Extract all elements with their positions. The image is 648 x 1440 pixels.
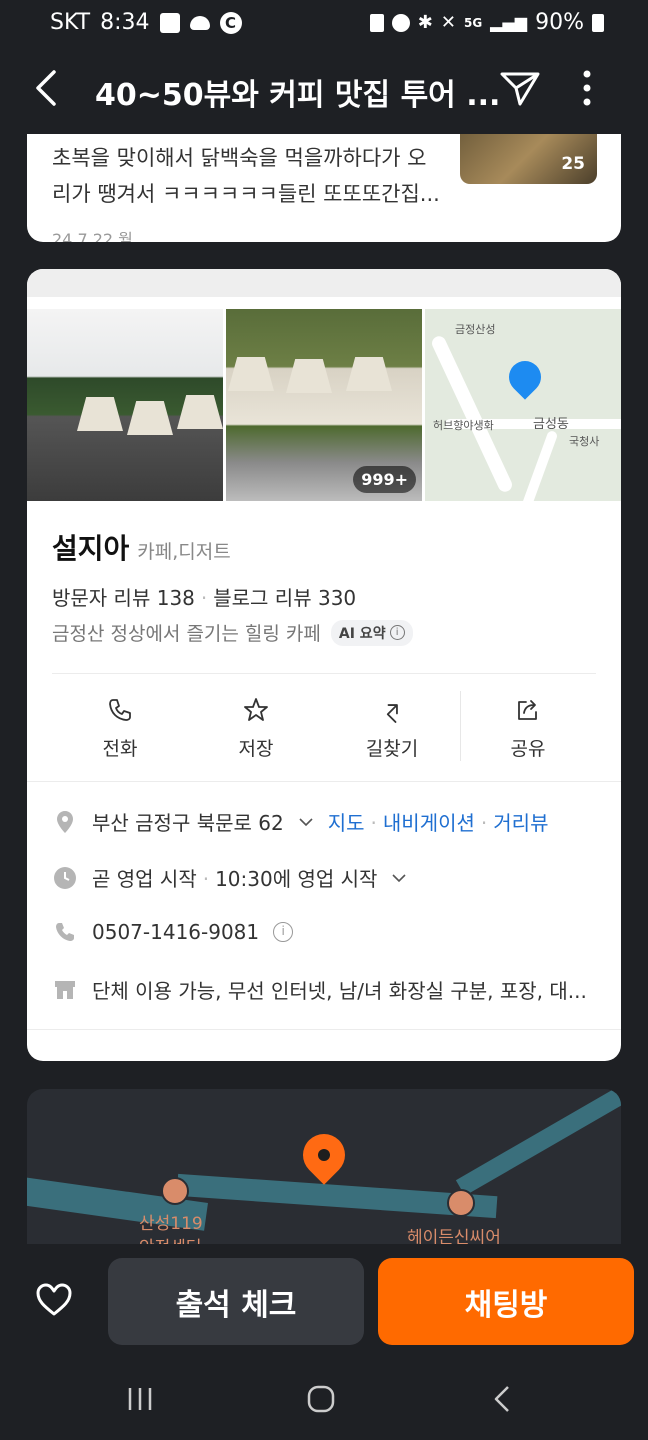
home-icon[interactable] (306, 1384, 336, 1414)
bottom-action-bar: 출석 체크 채팅방 (0, 1244, 648, 1360)
heart-icon[interactable] (34, 1280, 74, 1320)
call-label: 전화 (102, 737, 138, 760)
action-bar: 전화 저장 길찾기 공유 (52, 689, 596, 767)
phone-lock-icon (369, 13, 384, 32)
share-label: 공유 (510, 737, 546, 760)
back-nav-icon[interactable] (490, 1384, 514, 1414)
phone-number[interactable]: 0507-1416-9081 (92, 920, 259, 944)
info-icon[interactable]: i (273, 922, 294, 942)
status-bar: SKT 8:34 C ✱ ✕ 5G ▂▄▆ 90% (0, 0, 648, 48)
place-map-thumbnail[interactable]: 금정산성 허브향야생화 금성동 국청사 (425, 309, 621, 501)
review-counts: 방문자 리뷰 138 · 블로그 리뷰 330 (52, 586, 357, 610)
phone-icon (52, 919, 78, 945)
signal-icon: ▂▄▆ (490, 13, 528, 32)
address-text[interactable]: 부산 금정구 북문로 62 (92, 807, 284, 836)
clock-icon (52, 865, 78, 891)
clock: 8:34 (100, 10, 150, 35)
hours-row[interactable]: 곧 영업 시작 · 10:30에 영업 시작 (52, 863, 596, 892)
place-header: 설지아 카페,디저트 (52, 527, 231, 567)
info-icon: i (389, 625, 405, 640)
hours-status: 곧 영업 시작 (92, 867, 197, 891)
share-button[interactable]: 공유 (460, 689, 596, 767)
place-photo-2[interactable]: 999+ (226, 309, 422, 501)
place-description: 금정산 정상에서 즐기는 힐링 카페 (52, 623, 321, 645)
place-category: 카페,디저트 (137, 541, 231, 563)
amenities-row[interactable]: 단체 이용 가능, 무선 인터넷, 남/녀 화장실 구분, 포장, 대... (52, 975, 596, 1004)
share-icon (518, 699, 537, 720)
location-marker-icon (52, 809, 78, 835)
previous-review-card[interactable]: 초복을 맞이해서 닭백숙을 먹을까하다가 오 리가 땡겨서 ㅋㅋㅋㅋㅋㅋ들린 또… (27, 134, 621, 242)
battery-icon (592, 13, 604, 32)
divider (27, 781, 621, 782)
battery-percent: 90% (535, 10, 584, 35)
review-thumbnail[interactable]: 25 (460, 134, 597, 184)
blog-review-link[interactable]: 블로그 리뷰 330 (213, 586, 356, 610)
c-app-notification-icon: C (219, 11, 242, 34)
review-line-1: 초복을 맞이해서 닭백숙을 먹을까하다가 오 (52, 146, 427, 170)
photo-gallery: 999+ 금정산성 허브향야생화 금성동 국청사 (27, 309, 621, 501)
mute-icon: ✕ (440, 12, 456, 33)
title-bar: 40~50뷰와 커피 맛집 투어 ... (0, 52, 648, 124)
alarm-icon (391, 13, 410, 32)
street-view-link[interactable]: 거리뷰 (493, 811, 548, 835)
cafe-icon (447, 1189, 475, 1217)
send-share-icon[interactable] (498, 68, 542, 108)
chat-room-button[interactable]: 채팅방 (378, 1258, 634, 1345)
visitor-review-link[interactable]: 방문자 리뷰 138 (52, 586, 195, 610)
collapsed-header-strip (27, 269, 621, 297)
phone-icon (109, 698, 131, 721)
poi-label-1: 산성119 (139, 1214, 203, 1234)
gallery-notification-icon (159, 12, 180, 33)
location-pin-icon (294, 1125, 354, 1185)
more-options-icon[interactable] (570, 66, 604, 110)
chevron-down-icon[interactable] (298, 816, 314, 828)
amenities-text: 단체 이용 가능, 무선 인터넷, 남/녀 화장실 구분, 포장, 대... (92, 979, 587, 1003)
save-button[interactable]: 저장 (188, 689, 324, 767)
map-label-1: 금정산성 (455, 323, 496, 336)
directions-label: 길찾기 (365, 737, 419, 760)
place-card: 999+ 금정산성 허브향야생화 금성동 국청사 설지아 카페,디저트 방문자 … (27, 269, 621, 1061)
check-in-button[interactable]: 출석 체크 (108, 1258, 364, 1345)
bluetooth-icon: ✱ (417, 12, 433, 33)
chevron-down-icon[interactable] (391, 872, 407, 884)
review-line-2: 리가 땡겨서 ㅋㅋㅋㅋㅋㅋ들린 또또또간집... (52, 182, 440, 206)
phone-row: 0507-1416-9081 i (52, 919, 596, 945)
review-snippet: 초복을 맞이해서 닭백숙을 먹을까하다가 오 리가 땡겨서 ㅋㅋㅋㅋㅋㅋ들린 또… (52, 140, 442, 212)
ai-summary-badge[interactable]: AI 요약 i (330, 619, 413, 646)
star-icon (244, 697, 268, 721)
divider (52, 673, 596, 674)
location-pin-icon (502, 354, 548, 400)
call-button[interactable]: 전화 (52, 689, 188, 767)
thumbnail-photo-count: 25 (561, 154, 585, 174)
directions-button[interactable]: 길찾기 (324, 689, 460, 767)
place-description-row: 금정산 정상에서 즐기는 힐링 카페 AI 요약 i (52, 619, 413, 646)
hours-detail: 10:30에 영업 시작 (215, 867, 378, 891)
fire-station-icon (161, 1177, 189, 1205)
map-label-3: 금성동 (533, 417, 569, 432)
carrier-label: SKT (50, 10, 91, 35)
place-name[interactable]: 설지아 (52, 527, 129, 567)
photo-count-badge: 999+ (353, 466, 416, 493)
dark-map-preview[interactable]: 산성119 안전센터 헤이든신씨어 (27, 1089, 621, 1249)
review-date: 24.7.22.월 (52, 230, 133, 242)
map-link[interactable]: 지도 (328, 811, 365, 835)
directions-arrow-icon (386, 703, 398, 723)
address-row: 부산 금정구 북문로 62 지도 · 내비게이션 · 거리뷰 (52, 807, 596, 836)
save-label: 저장 (238, 737, 274, 760)
navigation-link[interactable]: 내비게이션 (383, 811, 475, 835)
recent-apps-icon[interactable] (126, 1384, 154, 1414)
sneaker-notification-icon (189, 15, 210, 30)
ai-summary-label: AI 요약 (338, 625, 386, 642)
store-icon (52, 977, 78, 1003)
network-type: 5G (463, 15, 483, 30)
divider (27, 1029, 621, 1030)
system-nav-bar (0, 1360, 648, 1440)
map-label-4: 국청사 (569, 435, 600, 448)
map-label-2: 허브향야생화 (433, 419, 494, 432)
back-arrow-icon[interactable] (28, 66, 68, 110)
page-title: 40~50뷰와 커피 맛집 투어 ... (95, 78, 501, 113)
place-photo-1[interactable] (27, 309, 223, 501)
